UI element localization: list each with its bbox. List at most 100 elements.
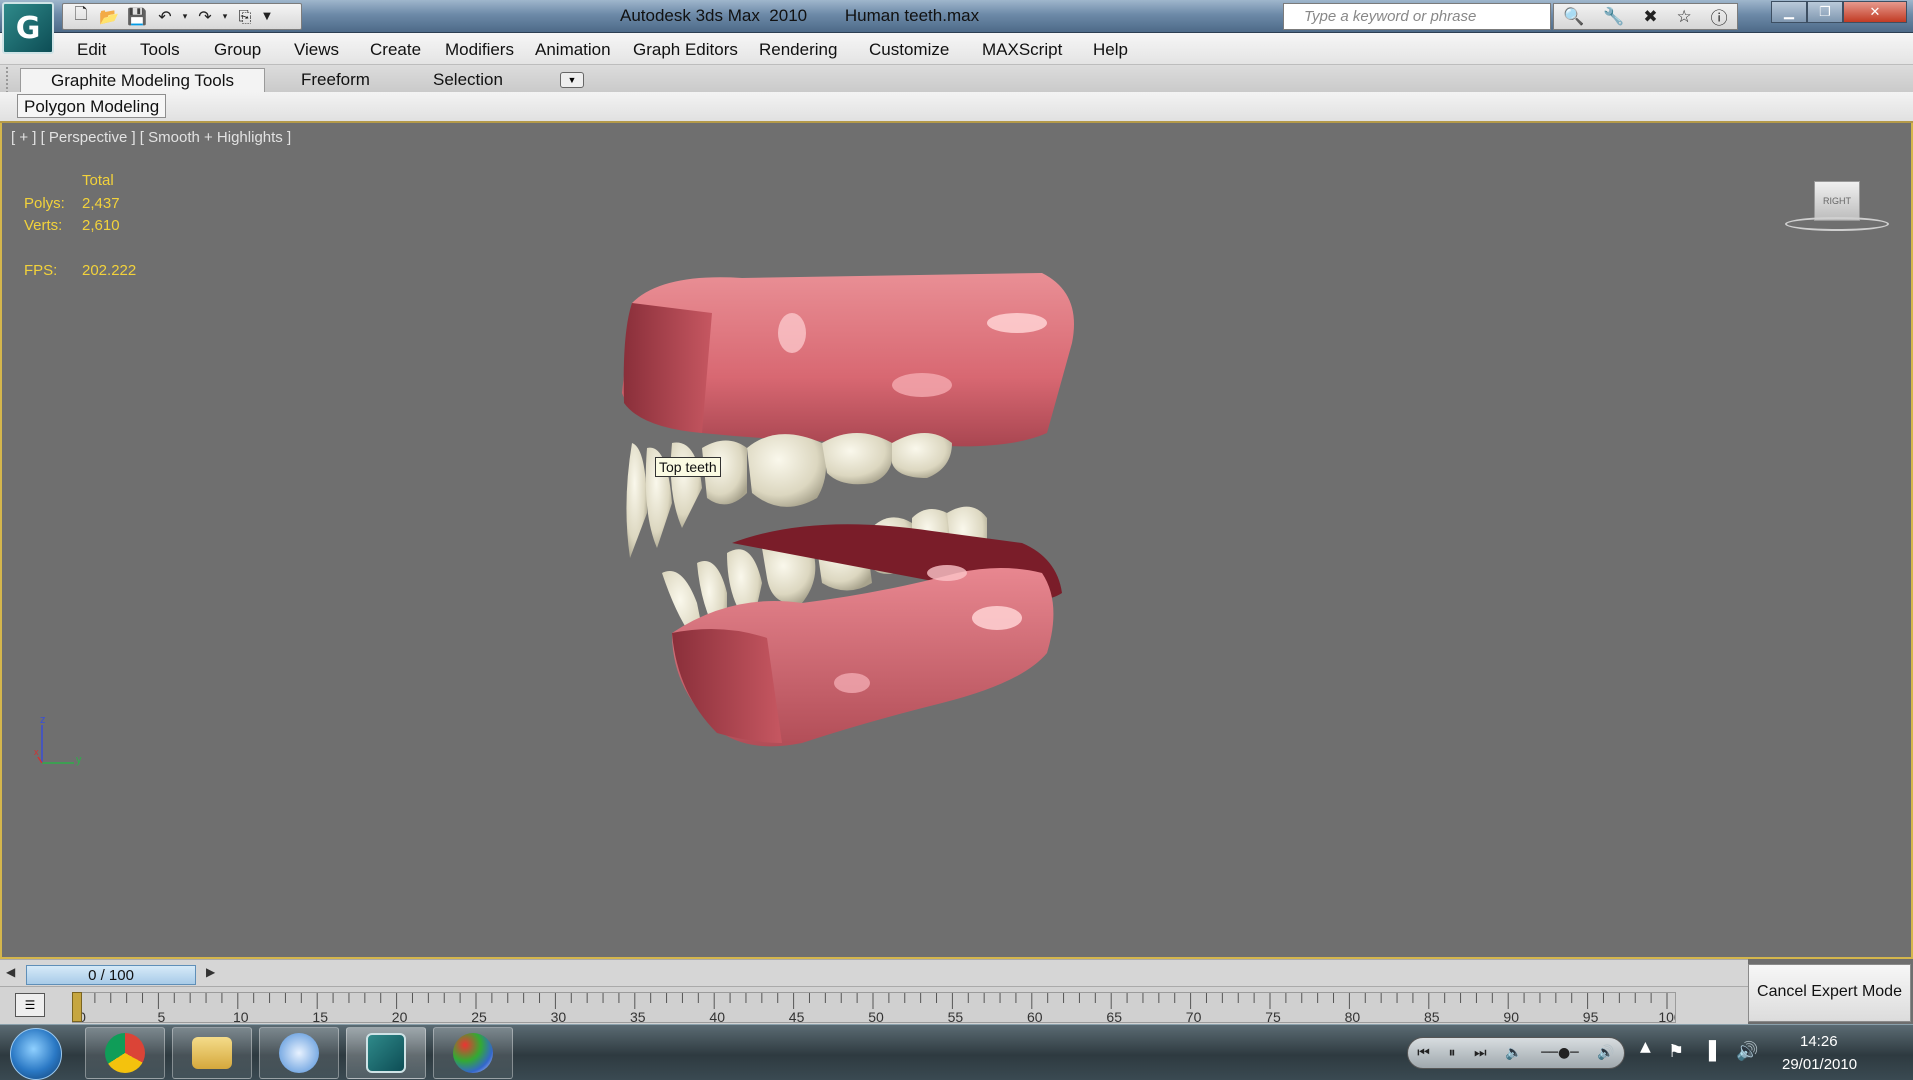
menu-create[interactable]: Create [370, 40, 421, 60]
redo-icon[interactable]: ↷ [191, 5, 219, 29]
menu-views[interactable]: Views [294, 40, 339, 60]
viewcube-compass-ring[interactable] [1785, 217, 1889, 231]
show-hidden-icons-icon[interactable]: ▲ [1640, 1039, 1651, 1055]
action-center-flag-icon[interactable]: ⚑ [1668, 1041, 1684, 1062]
ribbon-minimize-icon[interactable]: ▼ [560, 72, 584, 88]
timeline-tick-label: 10 [233, 1009, 249, 1023]
binoculars-icon[interactable]: 🔍 [1563, 7, 1584, 27]
search-input[interactable]: Type a keyword or phrase [1283, 3, 1551, 30]
redo-dropdown-icon[interactable]: ▾ [219, 5, 231, 29]
timeline-tick-label: 70 [1186, 1009, 1202, 1023]
undo-dropdown-icon[interactable]: ▾ [179, 5, 191, 29]
timeline-tick-label: 55 [948, 1009, 964, 1023]
clock-date[interactable]: 29/01/2010 [1782, 1056, 1857, 1073]
pause-icon[interactable]: ⏸ [1448, 1045, 1455, 1061]
time-slider: ◀ 0 / 100 ▶ [0, 959, 1748, 986]
viewport-label-menu[interactable]: [ + ] [ Perspective ] [ Smooth + Highlig… [11, 129, 291, 146]
timeline-tick-label: 60 [1027, 1009, 1043, 1023]
timeline-tick-label: 65 [1106, 1009, 1122, 1023]
stats-fps-label: FPS: [24, 262, 58, 279]
chrome-icon [105, 1033, 145, 1073]
menu-tools[interactable]: Tools [140, 40, 180, 60]
tab-graphite-modeling-tools[interactable]: Graphite Modeling Tools [20, 68, 266, 92]
menu-customize[interactable]: Customize [869, 40, 949, 60]
next-track-icon[interactable]: ⏭ [1474, 1045, 1487, 1061]
timeline-tick-label: 75 [1265, 1009, 1281, 1023]
cancel-expert-mode-button[interactable]: Cancel Expert Mode [1748, 964, 1911, 1022]
current-frame-marker[interactable] [72, 992, 82, 1022]
quick-access-toolbar: 🗋 📂 💾 ↶ ▾ ↷ ▾ ⎘ ▼ [62, 3, 302, 30]
track-bar: ☰ 0 5 10 15 20 25 30 35 40 45 50 55 60 65 70 75 80 85 90 95… [0, 986, 1748, 1024]
taskbar-explorer-button[interactable] [172, 1027, 252, 1079]
start-button-icon[interactable] [10, 1028, 62, 1080]
windows-taskbar: ⏮ ⏸ ⏭ 🔈 ──●─ 🔊 ▲ ⚑ ▐ 🔊 14:26 29/01/2010 [0, 1024, 1913, 1080]
stats-polys-label: Polys: [24, 195, 65, 212]
menu-edit[interactable]: Edit [77, 40, 106, 60]
timeline-tick-label: 45 [789, 1009, 805, 1023]
new-icon[interactable]: 🗋 [67, 4, 95, 29]
menu-modifiers[interactable]: Modifiers [445, 40, 514, 60]
communication-icon[interactable]: ✖ [1643, 7, 1657, 27]
clock-time[interactable]: 14:26 [1800, 1033, 1838, 1050]
timeline-tick-label: 20 [392, 1009, 408, 1023]
menu-help[interactable]: Help [1093, 40, 1128, 60]
axis-y-label: y [76, 754, 82, 766]
perspective-viewport[interactable]: [ + ] [ Perspective ] [ Smooth + Highlig… [0, 123, 1913, 959]
stats-polys-value: 2,437 [82, 195, 120, 212]
curve-editor-icon[interactable]: ☰ [15, 993, 45, 1017]
viewcube-icon[interactable]: RIGHT [1814, 181, 1860, 221]
track-ruler[interactable]: 0 5 10 15 20 25 30 35 40 45 50 55 60 65 70 75 80 85 90 95 10… [72, 992, 1676, 1023]
window-controls: ▁ ❐ ✕ [1771, 1, 1907, 23]
speaker-icon[interactable]: 🔊 [1736, 1041, 1758, 1062]
taskbar-chrome-button[interactable] [85, 1027, 165, 1079]
timeline-tick-label: 85 [1424, 1009, 1440, 1023]
close-button[interactable]: ✕ [1843, 1, 1907, 23]
ribbon: Graphite Modeling Tools Freeform Selecti… [0, 65, 1913, 123]
menu-graph-editors[interactable]: Graph Editors [633, 40, 738, 60]
timeline-tick-label: 35 [630, 1009, 646, 1023]
undo-icon[interactable]: ↶ [151, 5, 179, 29]
menu-bar: Edit Tools Group Views Create Modifiers … [0, 33, 1913, 65]
ribbon-tabs: Graphite Modeling Tools Freeform Selecti… [0, 65, 1913, 92]
minimize-button[interactable]: ▁ [1771, 1, 1807, 23]
3dsmax-icon [366, 1033, 406, 1073]
previous-track-icon[interactable]: ⏮ [1417, 1045, 1430, 1061]
axis-tripod-icon: z y x [34, 714, 82, 766]
title-bar: 🗋 📂 💾 ↶ ▾ ↷ ▾ ⎘ ▼ Autodesk 3ds Max 2010 … [0, 0, 1913, 33]
timeline-tick-label: 95 [1583, 1009, 1599, 1023]
help-icon[interactable]: ⓘ [1711, 4, 1728, 29]
app-menu-logo-icon[interactable]: G [2, 2, 54, 54]
menu-animation[interactable]: Animation [535, 40, 611, 60]
stats-fps-value: 202.222 [82, 262, 137, 279]
media-controls: ⏮ ⏸ ⏭ 🔈 ──●─ 🔊 [1407, 1037, 1625, 1069]
taskbar-3dsmax-button[interactable] [346, 1027, 426, 1079]
open-icon[interactable]: 📂 [95, 5, 123, 29]
tab-freeform[interactable]: Freeform [301, 68, 370, 92]
stats-verts-label: Verts: [24, 217, 63, 234]
taskbar-itunes-button[interactable] [259, 1027, 339, 1079]
restore-button[interactable]: ❐ [1807, 1, 1843, 23]
upper-gum [622, 273, 1074, 447]
stats-verts-value: 2,610 [82, 217, 120, 234]
time-slider-thumb[interactable]: 0 / 100 [26, 965, 196, 985]
timeline-tick-label: 25 [471, 1009, 487, 1023]
save-icon[interactable]: 💾 [123, 5, 151, 29]
project-icon[interactable]: ⎘ [231, 5, 259, 29]
customize-qat-icon[interactable]: ▼ [259, 5, 275, 29]
volume-slider[interactable]: ──●─ [1541, 1045, 1579, 1061]
teeth-model[interactable] [602, 273, 1162, 773]
tab-selection[interactable]: Selection [433, 68, 503, 92]
menu-rendering[interactable]: Rendering [759, 40, 837, 60]
taskbar-paint-button[interactable] [433, 1027, 513, 1079]
menu-group[interactable]: Group [214, 40, 261, 60]
favorites-star-icon[interactable]: ☆ [1676, 7, 1691, 27]
timeline-tick-label: 80 [1345, 1009, 1361, 1023]
slider-next-icon[interactable]: ▶ [206, 965, 215, 979]
window-title: Autodesk 3ds Max 2010 Human teeth.max [620, 6, 980, 25]
slider-previous-icon[interactable]: ◀ [6, 965, 15, 979]
panel-polygon-modeling[interactable]: Polygon Modeling [17, 94, 167, 118]
subscription-icon[interactable]: 🔧 [1603, 7, 1624, 27]
timeline-tick-label: 15 [312, 1009, 328, 1023]
network-icon[interactable]: ▐ [1702, 1041, 1716, 1062]
menu-maxscript[interactable]: MAXScript [982, 40, 1062, 60]
